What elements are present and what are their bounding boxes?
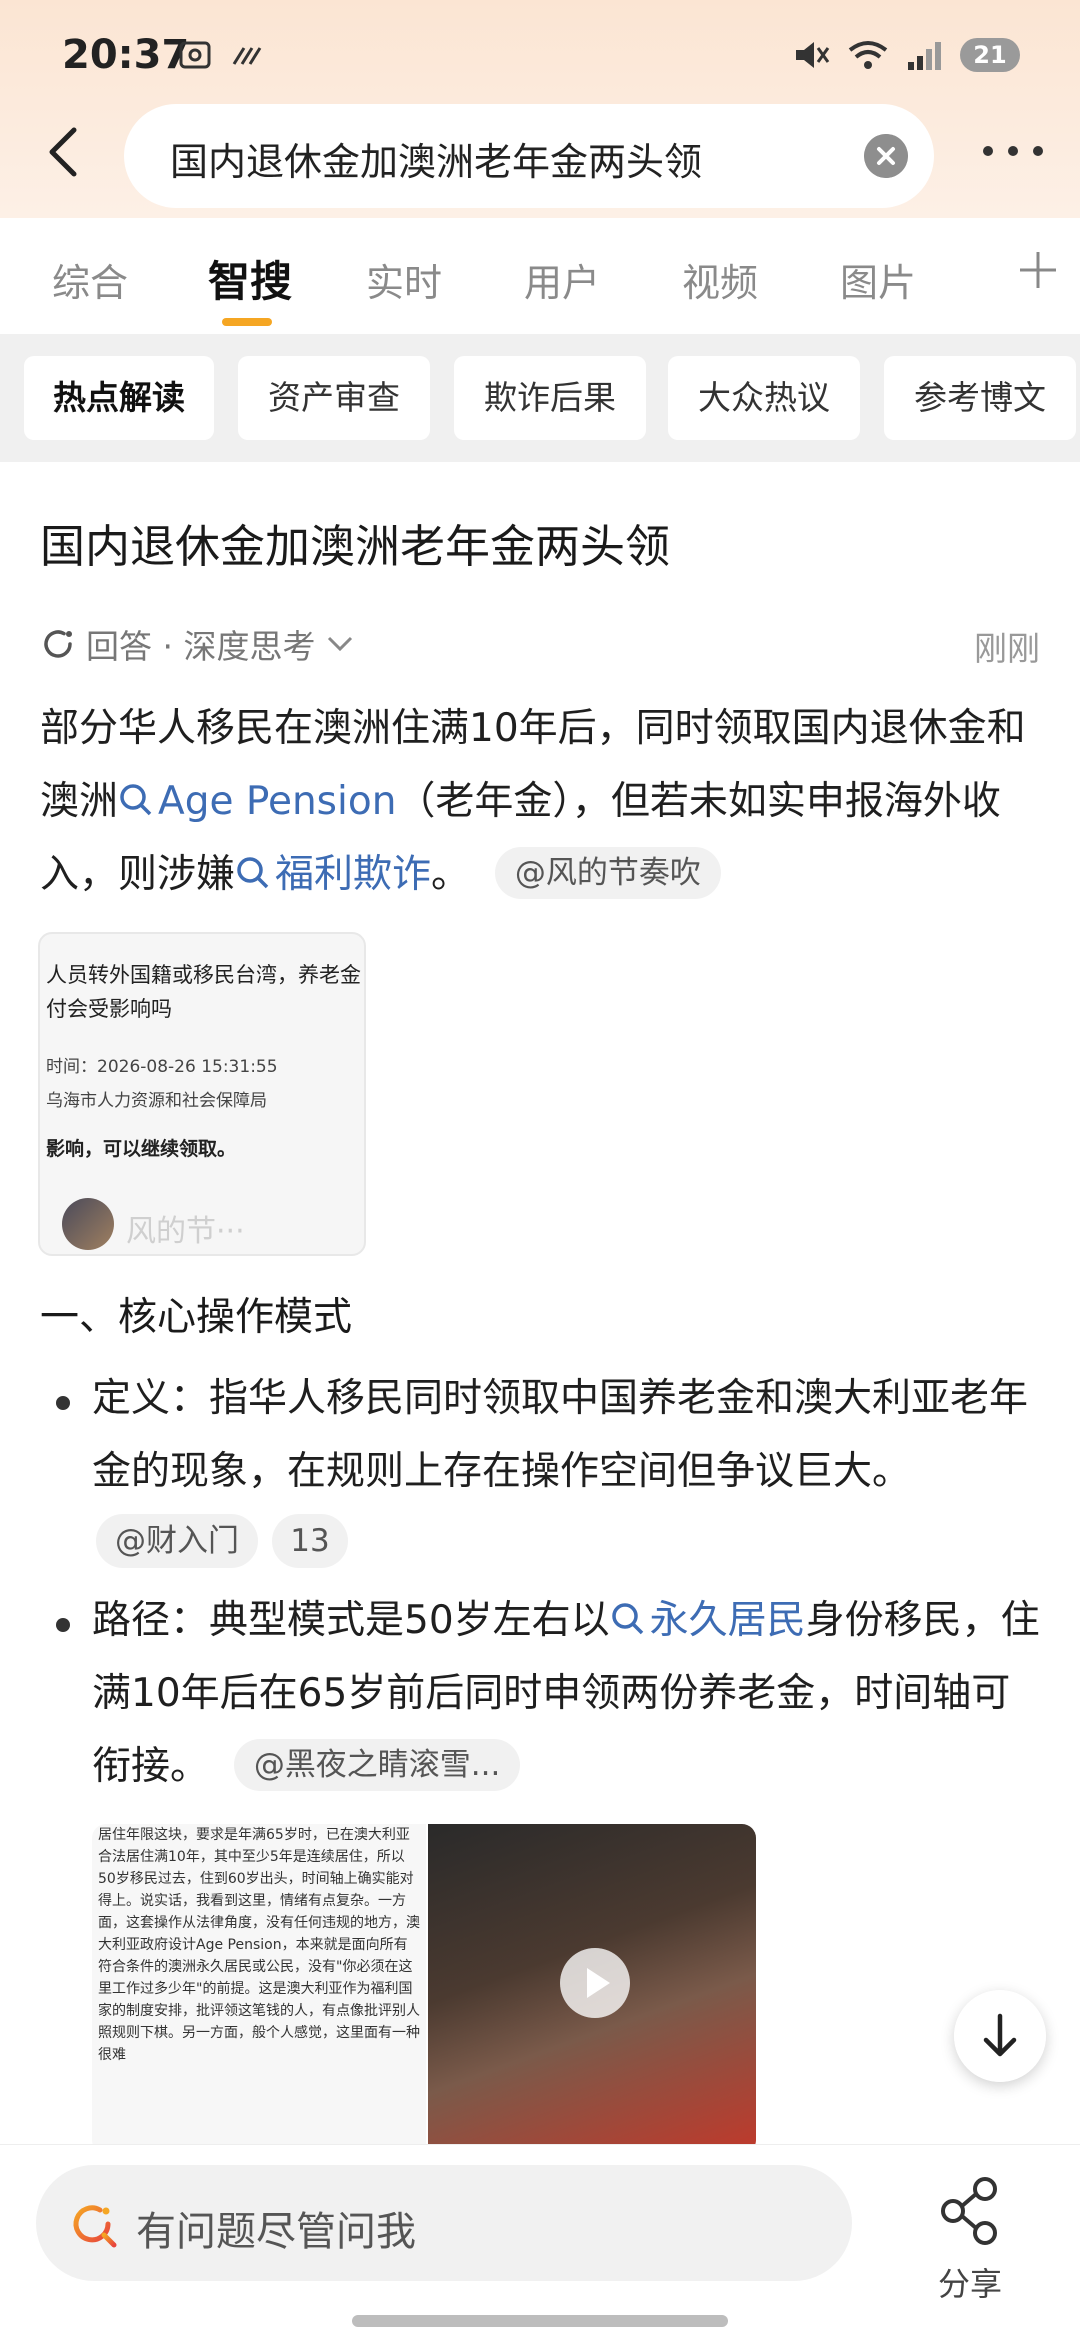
tab-smart-search[interactable]: 智搜 bbox=[208, 248, 292, 309]
link-permanent-resident[interactable]: 永久居民 bbox=[610, 1598, 806, 1643]
reference-images: 居住年限这块，要求是年满65岁时，已在澳大利亚合法居住满10年，其中至少5年是连… bbox=[92, 1824, 756, 2144]
bullet-definition: 定义：指华人移民同时领取中国养老金和澳大利亚老年金的现象，在规则上存在操作空间但… bbox=[92, 1376, 1029, 1494]
citation-chip[interactable]: @黑夜之睛滚雪... bbox=[233, 1739, 521, 1791]
link-age-pension[interactable]: Age Pension bbox=[118, 779, 396, 824]
back-arrow-icon[interactable] bbox=[36, 122, 96, 182]
bullet-path: 路径：典型模式是50岁左右以 永久居民身份移民，住满10年后在65岁前后同时申领两… bbox=[92, 1598, 1040, 1791]
answer-mode-label: 回答 · 深度思考 bbox=[86, 627, 316, 666]
tab-users[interactable]: 用户 bbox=[524, 252, 600, 307]
answer-title: 国内退休金加澳洲老年金两头领 bbox=[40, 520, 671, 573]
home-indicator[interactable] bbox=[352, 2315, 728, 2327]
bullet-dot bbox=[56, 1396, 70, 1410]
answer-meta[interactable]: 回答 · 深度思考 bbox=[40, 620, 355, 668]
search-icon bbox=[120, 784, 152, 816]
answer-intro: 部分华人移民在澳洲住满10年后，同时领取国内退休金和澳洲 Age Pension（… bbox=[40, 706, 1026, 899]
search-input[interactable]: 国内退休金加澳洲老年金两头领 bbox=[124, 104, 934, 208]
scroll-down-button[interactable] bbox=[954, 1990, 1046, 2082]
ask-placeholder: 有问题尽管问我 bbox=[136, 2209, 416, 2255]
citation-chip[interactable]: @财入门 bbox=[96, 1514, 258, 1568]
answer-timestamp: 刚刚 bbox=[974, 629, 1040, 668]
tab-video[interactable]: 视频 bbox=[682, 252, 758, 307]
author-name: 风的节··· bbox=[126, 1214, 245, 1249]
tab-realtime[interactable]: 实时 bbox=[366, 252, 442, 307]
mute-icon bbox=[796, 42, 830, 68]
citation-chip[interactable]: @风的节奏吹 bbox=[494, 847, 721, 899]
wifi-icon bbox=[848, 41, 888, 69]
active-tab-indicator bbox=[222, 318, 272, 326]
ai-search-icon bbox=[73, 2205, 117, 2248]
video-thumbnail[interactable] bbox=[428, 1824, 756, 2144]
chip-public-discussion[interactable]: 大众热议 bbox=[668, 356, 860, 440]
link-welfare-fraud[interactable]: 福利欺诈 bbox=[235, 852, 431, 897]
share-icon bbox=[941, 2177, 997, 2245]
ask-input[interactable]: 有问题尽管问我 bbox=[36, 2165, 852, 2281]
battery-icon: 21 bbox=[960, 38, 1020, 72]
answer-content: 国内退休金加澳洲老年金两头领 回答 · 深度思考 刚刚 部分华人移民在澳洲住满1… bbox=[0, 462, 1080, 2144]
reference-image[interactable]: 人员转外国籍或移民台湾，养老金付会受影响吗 时间：2026-08-26 15:3… bbox=[38, 932, 366, 1256]
chip-asset-review[interactable]: 资产审查 bbox=[238, 356, 430, 440]
more-icon[interactable] bbox=[978, 136, 1048, 166]
play-icon bbox=[560, 1948, 630, 2018]
search-query: 国内退休金加澳洲老年金两头领 bbox=[170, 140, 703, 184]
cell-signal-icon bbox=[908, 42, 941, 70]
article-screenshot-image[interactable]: 居住年限这块，要求是年满65岁时，已在澳大利亚合法居住满10年，其中至少5年是连… bbox=[92, 1824, 426, 2144]
chip-reference-posts[interactable]: 参考博文 bbox=[884, 356, 1076, 440]
section-heading: 一、核心操作模式 bbox=[40, 1295, 353, 1340]
share-button[interactable]: 分享 bbox=[920, 2163, 1020, 2303]
chevron-down-icon bbox=[328, 636, 353, 652]
share-label: 分享 bbox=[937, 2265, 1002, 2303]
tab-images[interactable]: 图片 bbox=[840, 252, 916, 307]
deep-think-icon bbox=[44, 630, 72, 658]
screenshot-icon bbox=[179, 41, 211, 69]
topic-chips: 热点解读 资产审查 欺诈后果 大众热议 参考博文 bbox=[0, 334, 1080, 462]
citation-count[interactable]: 13 bbox=[272, 1514, 348, 1568]
header: 20:37 21 国内退休金加澳洲老年金两头领 bbox=[0, 0, 1080, 218]
chip-hot-interpretation[interactable]: 热点解读 bbox=[24, 356, 214, 440]
status-time: 20:37 bbox=[62, 32, 190, 78]
add-tab-icon[interactable] bbox=[1016, 248, 1060, 292]
signal-slash-icon bbox=[232, 47, 262, 65]
bullet-dot bbox=[56, 1618, 70, 1632]
clear-icon[interactable] bbox=[864, 134, 908, 178]
tab-comprehensive[interactable]: 综合 bbox=[52, 252, 128, 307]
tab-bar: 综合 智搜 实时 用户 视频 图片 bbox=[0, 218, 1080, 334]
search-row: 国内退休金加澳洲老年金两头领 bbox=[0, 100, 1080, 210]
chip-fraud-consequence[interactable]: 欺诈后果 bbox=[454, 356, 646, 440]
search-icon bbox=[611, 1603, 643, 1635]
bottom-bar: 有问题尽管问我 分享 bbox=[0, 2144, 1080, 2340]
status-bar: 20:37 21 bbox=[0, 0, 1080, 110]
avatar bbox=[62, 1198, 114, 1250]
search-icon bbox=[237, 857, 269, 889]
